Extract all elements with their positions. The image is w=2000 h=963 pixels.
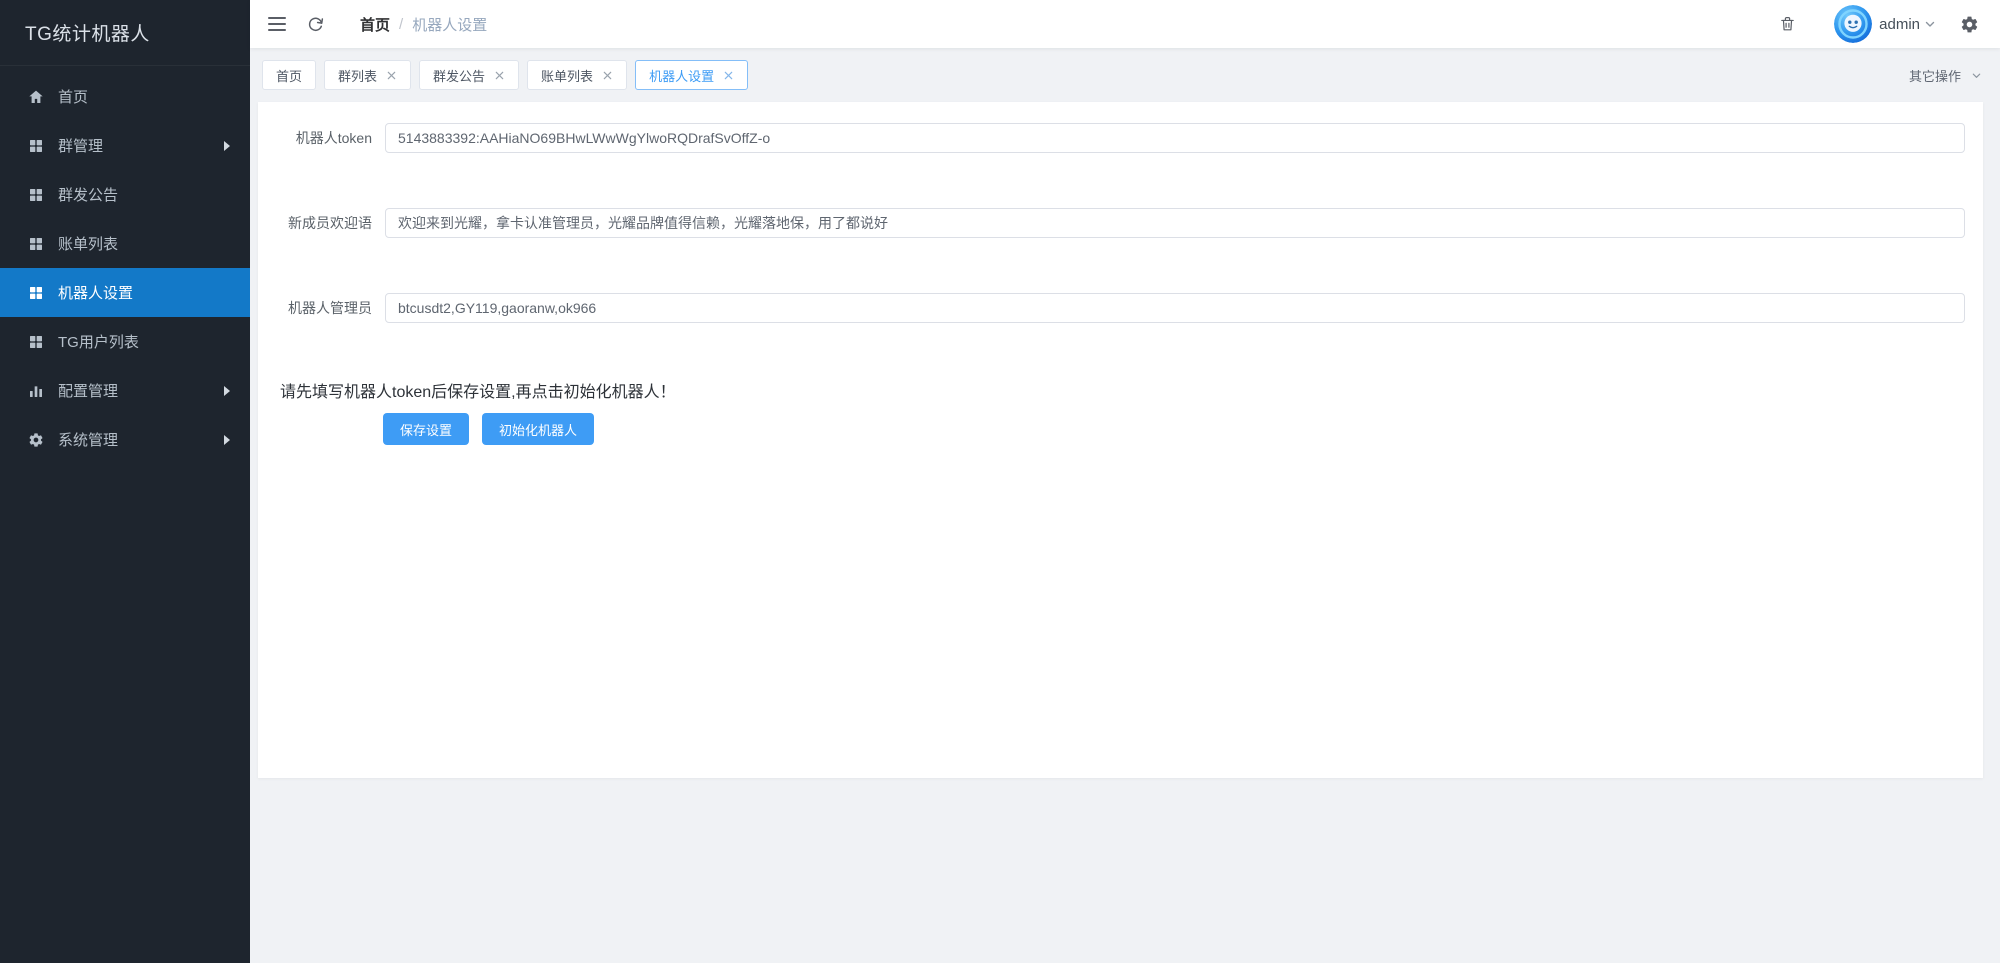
admins-input[interactable]: [385, 293, 1965, 323]
sidebar-item-label: 系统管理: [58, 429, 216, 450]
sidebar-toggle-button[interactable]: [258, 0, 296, 48]
username-label: admin: [1879, 16, 1920, 33]
sidebar-item-tg-users[interactable]: TG用户列表: [0, 317, 250, 366]
token-field-label: 机器人token: [280, 118, 372, 158]
user-menu[interactable]: admin: [1834, 5, 1936, 43]
form-row-token: 机器人token: [280, 123, 1965, 153]
welcome-field-label: 新成员欢迎语: [280, 203, 372, 243]
admins-field-label: 机器人管理员: [280, 288, 372, 328]
sidebar-menu: 首页 群管理 群发公告 账单列表: [0, 66, 250, 464]
welcome-input[interactable]: [385, 208, 1965, 238]
form-buttons: 保存设置 初始化机器人: [280, 413, 1965, 445]
close-icon[interactable]: [494, 70, 505, 81]
navbar: 首页 / 机器人设置: [250, 0, 2000, 48]
sidebar-item-label: 配置管理: [58, 380, 216, 401]
hamburger-icon: [268, 16, 286, 32]
grid-icon: [27, 235, 44, 252]
sidebar-item-label: TG用户列表: [58, 331, 230, 352]
grid-icon: [27, 333, 44, 350]
sidebar-item-group-manage[interactable]: 群管理: [0, 121, 250, 170]
breadcrumb-separator: /: [399, 16, 403, 33]
form-row-welcome: 新成员欢迎语: [280, 208, 1965, 238]
sidebar: TG统计机器人 首页 群管理 群发公告: [0, 0, 250, 963]
sidebar-item-label: 群发公告: [58, 184, 230, 205]
chevron-down-icon: [1924, 18, 1936, 30]
tab-label: 账单列表: [541, 66, 593, 85]
chart-icon: [27, 382, 44, 399]
tab-home[interactable]: 首页: [262, 60, 316, 90]
navbar-right: admin: [1770, 0, 1986, 48]
tab-robot-settings[interactable]: 机器人设置: [635, 60, 748, 90]
sidebar-item-bills[interactable]: 账单列表: [0, 219, 250, 268]
content-panel: 机器人token 新成员欢迎语 机器人管理员 请先填写机器人token后保存设置…: [258, 102, 1983, 778]
trash-button[interactable]: [1770, 0, 1804, 48]
sidebar-item-config-manage[interactable]: 配置管理: [0, 366, 250, 415]
submenu-arrow-icon: [224, 141, 230, 151]
sidebar-item-home[interactable]: 首页: [0, 72, 250, 121]
grid-icon: [27, 137, 44, 154]
refresh-icon: [307, 16, 324, 33]
tab-label: 群发公告: [433, 66, 485, 85]
token-input[interactable]: [385, 123, 1965, 153]
app-title: TG统计机器人: [0, 0, 250, 66]
home-icon: [27, 88, 44, 105]
tab-group-list[interactable]: 群列表: [324, 60, 411, 90]
grid-icon: [27, 284, 44, 301]
main-area: 首页 / 机器人设置: [250, 0, 2000, 963]
close-icon[interactable]: [386, 70, 397, 81]
trash-icon: [1779, 15, 1796, 33]
gear-icon: [1960, 15, 1979, 34]
tab-label: 首页: [276, 66, 302, 85]
tab-bills[interactable]: 账单列表: [527, 60, 627, 90]
sidebar-item-label: 群管理: [58, 135, 216, 156]
submenu-arrow-icon: [224, 435, 230, 445]
sidebar-item-label: 账单列表: [58, 233, 230, 254]
avatar[interactable]: [1834, 5, 1872, 43]
more-actions-label: 其它操作: [1909, 66, 1961, 85]
close-icon[interactable]: [602, 70, 613, 81]
more-actions-dropdown[interactable]: 其它操作: [1909, 66, 1982, 85]
tab-broadcast[interactable]: 群发公告: [419, 60, 519, 90]
breadcrumb-home[interactable]: 首页: [360, 14, 390, 35]
form-row-admins: 机器人管理员: [280, 293, 1965, 323]
save-settings-button[interactable]: 保存设置: [383, 413, 469, 445]
sidebar-item-broadcast[interactable]: 群发公告: [0, 170, 250, 219]
settings-button[interactable]: [1952, 0, 1986, 48]
form-hint-text: 请先填写机器人token后保存设置,再点击初始化机器人！: [280, 378, 1965, 402]
tab-label: 群列表: [338, 66, 377, 85]
breadcrumb: 首页 / 机器人设置: [360, 14, 487, 35]
sidebar-item-label: 机器人设置: [58, 282, 230, 303]
refresh-button[interactable]: [296, 0, 334, 48]
sidebar-item-system-manage[interactable]: 系统管理: [0, 415, 250, 464]
gear-icon: [27, 431, 44, 448]
breadcrumb-current: 机器人设置: [412, 14, 487, 35]
sidebar-item-robot-settings[interactable]: 机器人设置: [0, 268, 250, 317]
robot-settings-form: 机器人token 新成员欢迎语 机器人管理员 请先填写机器人token后保存设置…: [258, 102, 1983, 445]
init-robot-button[interactable]: 初始化机器人: [482, 413, 594, 445]
chevron-down-icon: [1971, 70, 1982, 81]
close-icon[interactable]: [723, 70, 734, 81]
tabs-bar: 首页 群列表 群发公告 账单列表 机器人设置: [250, 48, 2000, 102]
sidebar-item-label: 首页: [58, 86, 230, 107]
grid-icon: [27, 186, 44, 203]
app-window: TG统计机器人 首页 群管理 群发公告: [0, 0, 2000, 963]
tab-label: 机器人设置: [649, 66, 714, 85]
submenu-arrow-icon: [224, 386, 230, 396]
